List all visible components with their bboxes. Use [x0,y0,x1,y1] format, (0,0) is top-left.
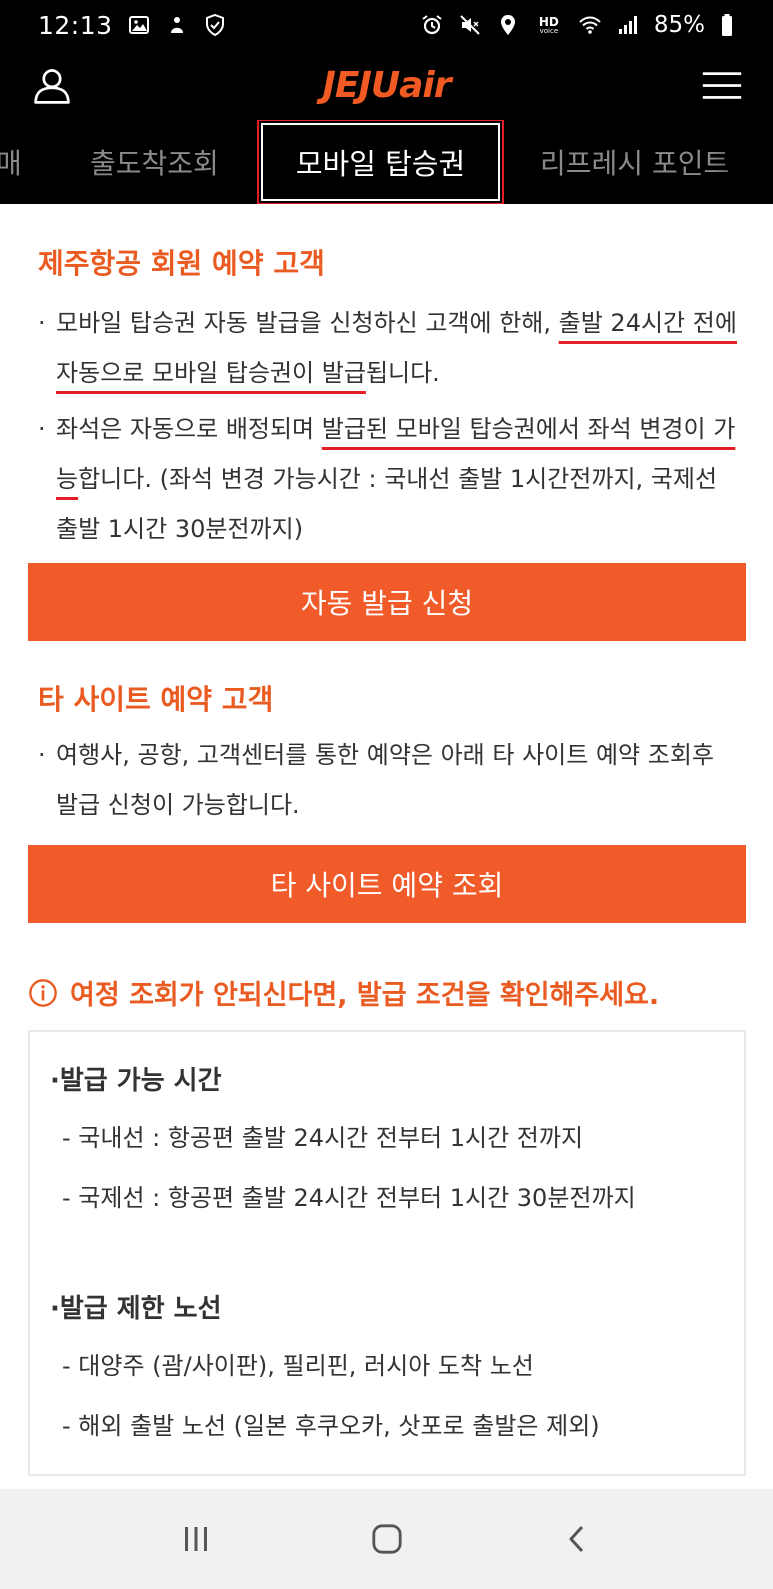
status-right: HD voice 85% [420,12,735,38]
back-button[interactable] [548,1509,608,1569]
tab-arrivals[interactable]: 출도착조회 [90,142,219,182]
member-bullet-2-part2: 합니다. (좌석 변경 가능시간 : 국내선 출발 1시간전까지, 국제선 출발… [56,465,718,543]
user-icon [34,69,70,104]
user-button[interactable] [30,64,74,108]
tab-refresh-points[interactable]: 리프레시 포인트 [540,142,729,182]
other-site-lookup-button[interactable]: 타 사이트 예약 조회 [28,845,746,923]
hd-label: HD [538,14,559,29]
restricted-routes-heading-text: 발급 제한 노선 [59,1294,222,1324]
shield-check-icon [203,13,227,37]
issue-time-heading: ·발급 가능 시간 [50,1060,222,1097]
tab-bar: 매 출도착조회 모바일 탑승권 리프레시 포인트 [0,120,773,204]
other-section-title: 타 사이트 예약 고객 [38,683,274,716]
home-icon [371,1524,402,1554]
hamburger-menu-icon [702,72,742,99]
bullet-dot: · [50,1294,60,1324]
auto-issue-apply-button[interactable]: 자동 발급 신청 [28,563,746,641]
restricted-routes-heading: ·발급 제한 노선 [50,1288,222,1325]
home-button[interactable] [357,1509,417,1569]
notice: 여정 조회가 안되신다면, 발급 조건을 확인해주세요. [28,973,659,1012]
gallery-icon [127,13,151,37]
logo-air: air [399,64,451,106]
member-section-title: 제주항공 회원 예약 고객 [38,247,325,280]
member-bullet-2-text: 좌석은 자동으로 배정되며 발급된 모바일 탑승권에서 좌석 변경이 가능합니다… [38,404,738,554]
member-bullet-1-part2: 됩니다. [365,359,440,387]
tabs-fade [713,120,773,204]
recent-apps-button[interactable] [166,1509,226,1569]
other-bullet: · 여행사, 공항, 고객센터를 통한 예약은 아래 타 사이트 예약 조회후 … [38,730,738,830]
bullet-dot: · [50,1066,60,1096]
bullet-dot: · [38,309,46,337]
wifi-icon [578,13,602,37]
status-bar: 12:13 HD voice 85% [0,0,773,50]
international-condition: - 국제선 : 항공편 출발 24시간 전부터 1시간 30분전까지 [62,1184,636,1212]
member-bullet-2-part1: 좌석은 자동으로 배정되며 [56,415,322,443]
info-icon [29,978,57,1007]
mute-icon [458,13,482,37]
member-bullet-1-text: 모바일 탑승권 자동 발급을 신청하신 고객에 한해, 출발 24시간 전에 자… [38,298,738,398]
signal-icon [616,13,640,37]
app-header: JEJUair [0,50,773,120]
system-nav-bar [0,1489,773,1589]
other-bullet-text: 여행사, 공항, 고객센터를 통한 예약은 아래 타 사이트 예약 조회후 발급… [56,741,714,819]
back-icon [569,1525,583,1553]
conditions-box: ·발급 가능 시간 - 국내선 : 항공편 출발 24시간 전부터 1시간 전까… [28,1030,746,1476]
battery-icon [719,13,735,37]
hd-voice-icon: HD voice [534,13,564,37]
location-icon [496,13,520,37]
status-time: 12:13 [38,10,113,40]
member-bullet-1-part1: 모바일 탑승권 자동 발급을 신청하신 고객에 한해, [56,309,559,337]
restricted-route-2: - 해외 출발 노선 (일본 후쿠오카, 삿포로 출발은 제외) [62,1412,600,1440]
member-bullet-1: · 모바일 탑승권 자동 발급을 신청하신 고객에 한해, 출발 24시간 전에… [38,298,738,398]
tab-mobile-boarding-pass[interactable]: 모바일 탑승권 [257,120,504,204]
bullet-dot: · [38,415,46,443]
jejuair-logo[interactable]: JEJUair [322,64,451,106]
logo-jeju: JEJU [322,64,400,106]
status-left: 12:13 [38,11,227,40]
menu-button[interactable] [699,64,745,108]
hd-sub-label: voice [539,26,559,35]
bullet-dot: · [38,741,46,769]
restricted-route-1: - 대양주 (괌/사이판), 필리핀, 러시아 도착 노선 [62,1352,534,1380]
notification-icon [165,13,189,37]
recent-apps-icon [184,1527,207,1551]
screen: 12:13 HD voice 85% JEJUair 매 출도착조회 모바일 탑… [0,0,773,1589]
member-bullet-2: · 좌석은 자동으로 배정되며 발급된 모바일 탑승권에서 좌석 변경이 가능합… [38,404,738,554]
domestic-condition: - 국내선 : 항공편 출발 24시간 전부터 1시간 전까지 [62,1124,584,1152]
notice-text: 여정 조회가 안되신다면, 발급 조건을 확인해주세요. [70,980,660,1011]
tab-previous[interactable]: 매 [0,142,22,182]
battery-percent: 85% [653,12,705,38]
alarm-icon [420,13,444,37]
issue-time-heading-text: 발급 가능 시간 [59,1066,222,1096]
